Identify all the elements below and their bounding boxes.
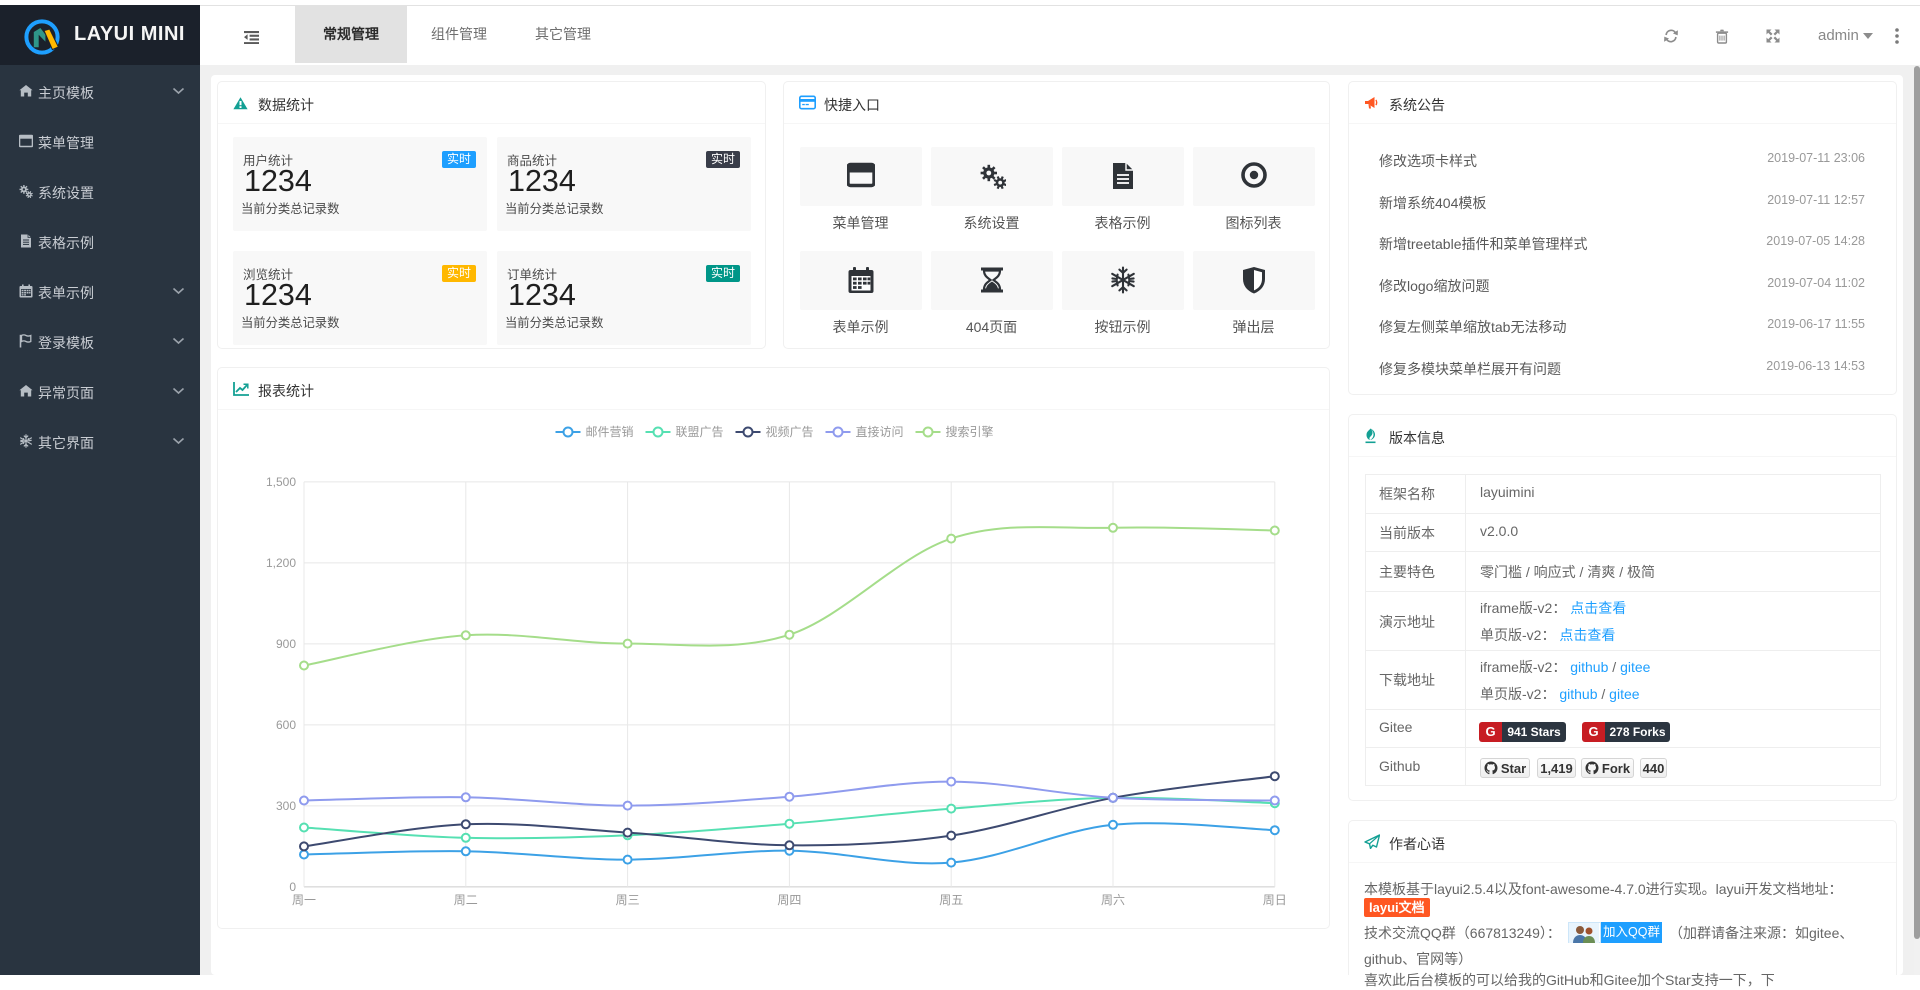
svg-text:视频广告: 视频广告: [766, 424, 814, 439]
svg-text:周日: 周日: [1263, 893, 1287, 907]
svg-text:1,200: 1,200: [266, 556, 296, 570]
svg-text:300: 300: [276, 799, 296, 813]
svg-text:600: 600: [276, 718, 296, 732]
svg-text:周二: 周二: [454, 893, 478, 907]
svg-text:900: 900: [276, 637, 296, 651]
svg-text:邮件营销: 邮件营销: [586, 425, 634, 439]
svg-text:周五: 周五: [939, 893, 963, 907]
svg-text:1,500: 1,500: [266, 475, 296, 489]
svg-text:周三: 周三: [616, 893, 640, 907]
svg-text:直接访问: 直接访问: [856, 424, 904, 439]
svg-text:搜索引擎: 搜索引擎: [946, 424, 994, 439]
svg-text:周六: 周六: [1101, 893, 1125, 907]
svg-text:联盟广告: 联盟广告: [676, 425, 724, 439]
svg-text:周四: 周四: [777, 893, 801, 907]
svg-text:0: 0: [289, 880, 296, 894]
svg-text:周一: 周一: [292, 893, 316, 907]
